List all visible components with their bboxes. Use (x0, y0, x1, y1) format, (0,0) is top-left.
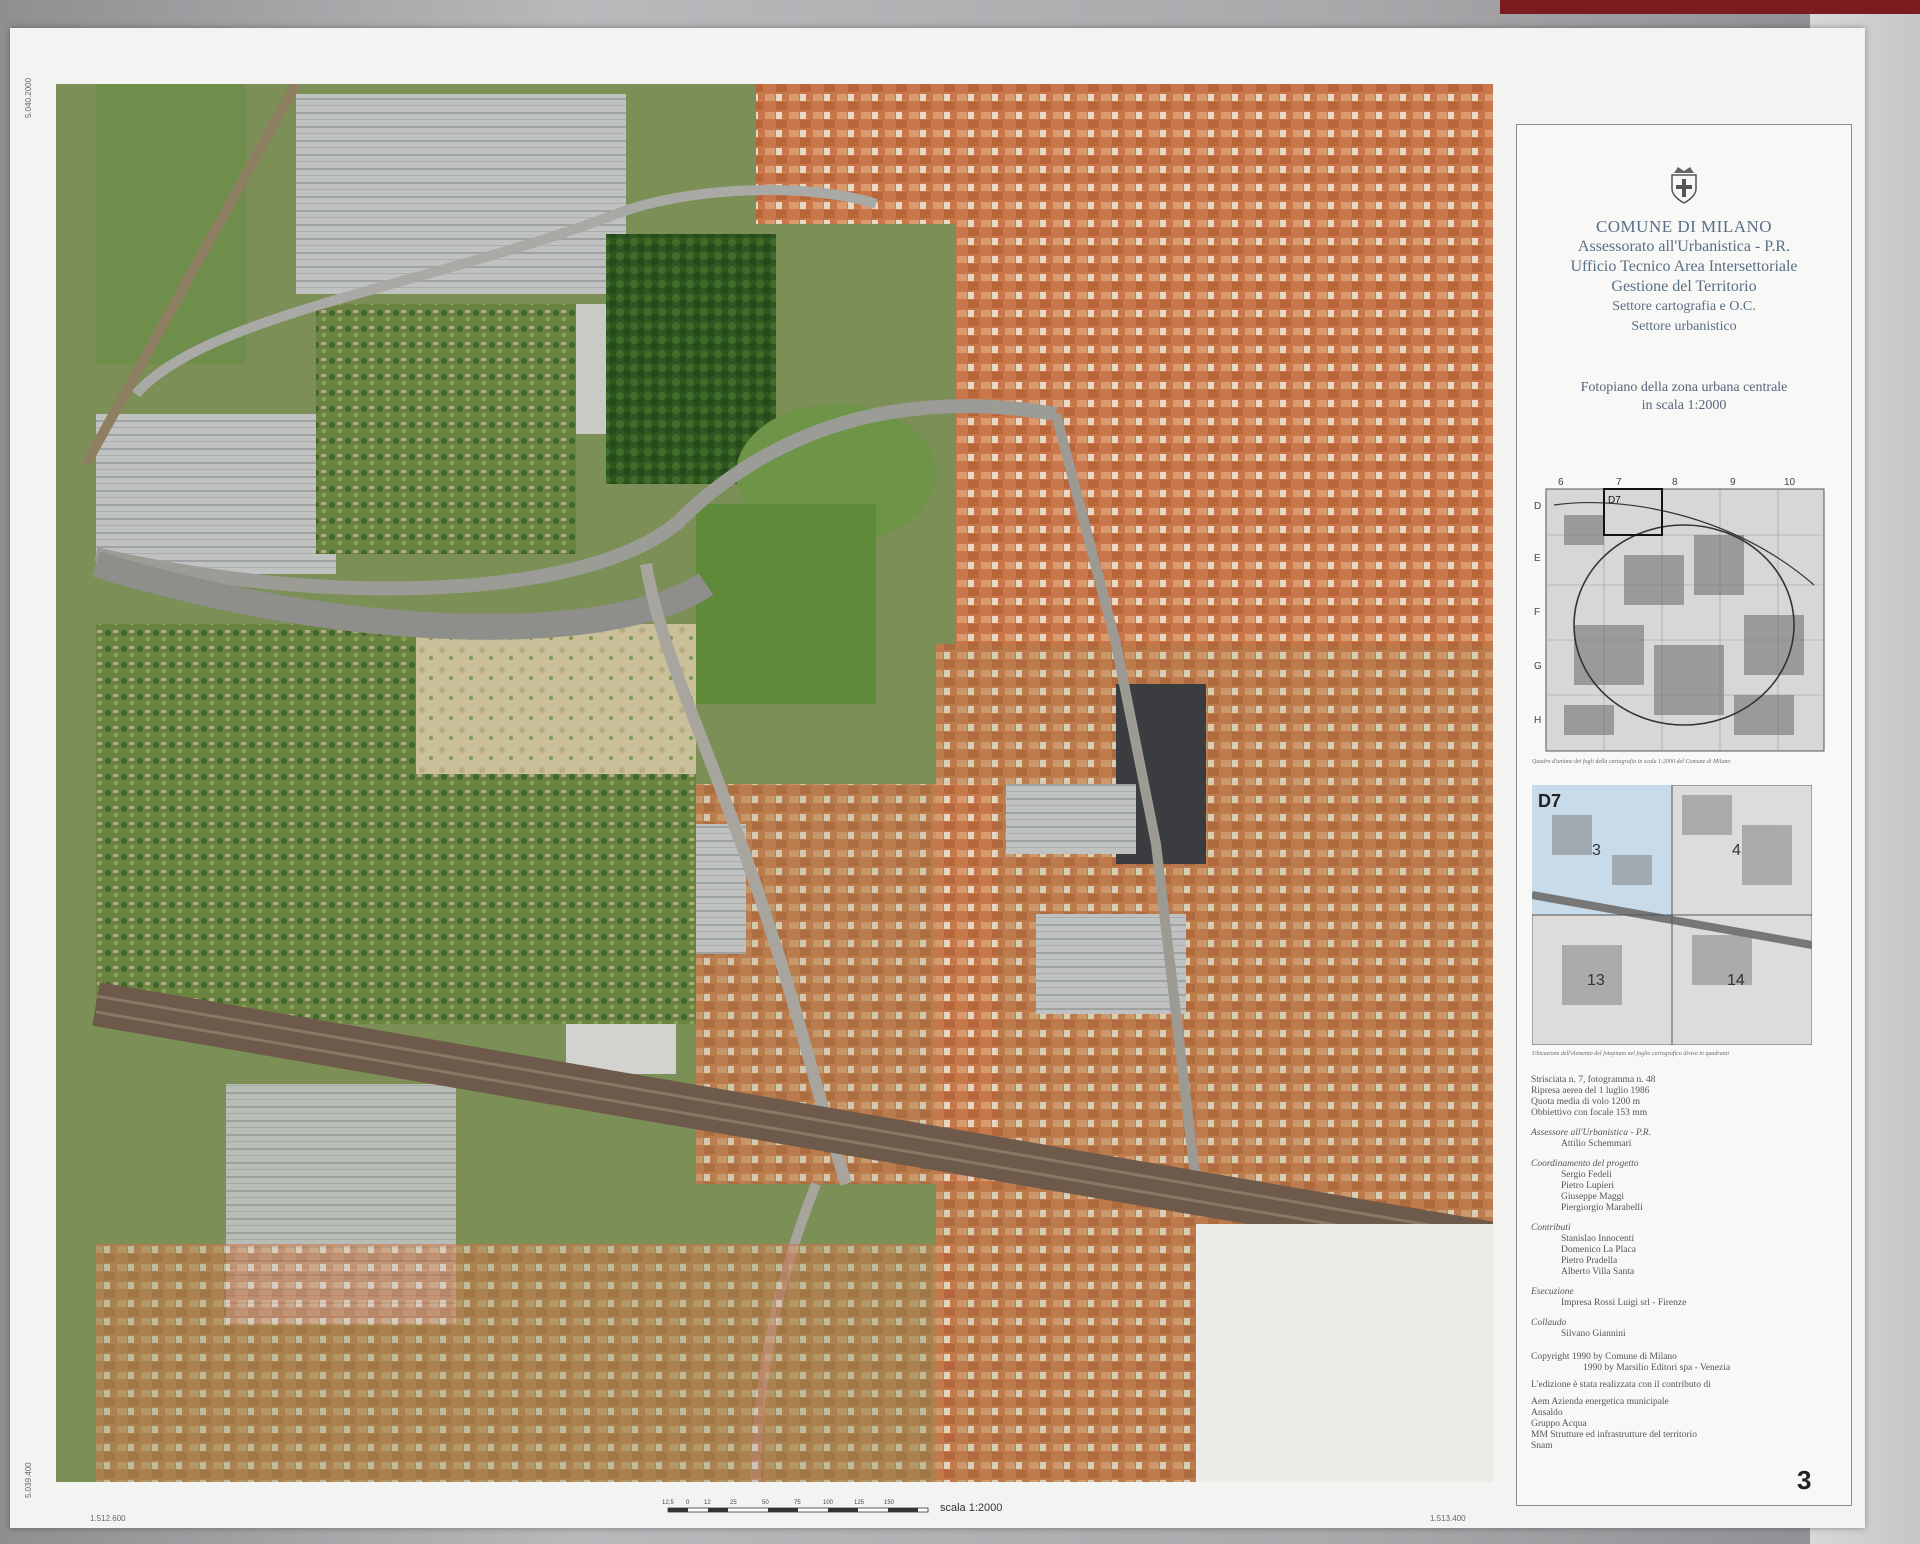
loc-quadrant-13: 13 (1587, 972, 1605, 989)
edition-line: L'edizione è stata realizzata con il con… (1531, 1380, 1711, 1390)
index-col-8: 8 (1672, 477, 1678, 488)
coordination-name: Sergio Fedeli (1561, 1170, 1612, 1180)
index-col-7: 7 (1616, 477, 1622, 488)
sheet-number: 3 (1797, 1465, 1812, 1495)
coordination-name: Pietro Lupieri (1561, 1181, 1615, 1191)
location-map[interactable]: D7 3 4 13 14 (1532, 785, 1812, 1045)
copyright-line-2: 1990 by Marsilio Editori spa - Venezia (1583, 1363, 1731, 1373)
org-line-2: Assessorato all'Urbanistica - P.R. (1577, 238, 1791, 255)
assessore-name: Attilio Schemmari (1561, 1139, 1632, 1149)
legend-panel: COMUNE DI MILANO Assessorato all'Urbanis… (1504, 96, 1862, 1516)
sponsor: MM Strutture ed infrastrutture del terri… (1531, 1430, 1697, 1440)
flight-line-2: Ripresa aerea del 1 luglio 1986 (1531, 1086, 1650, 1096)
scale-bar: 12,5 0 12 25 50 75 100 125 150 (662, 1500, 929, 1513)
assessore-heading: Assessore all'Urbanistica - P.R. (1531, 1128, 1651, 1138)
location-caption: Ubicazione dell'elemento del fotopiano n… (1532, 1051, 1730, 1057)
index-col-6: 6 (1558, 477, 1564, 488)
coordination-name: Piergiorgio Marabelli (1561, 1203, 1643, 1213)
scale-tick-5: 50 (762, 1500, 769, 1506)
scale-tick-3: 12 (704, 1500, 711, 1506)
subtitle-line-1: Fotopiano della zona urbana centrale (1580, 380, 1788, 395)
index-col-9: 9 (1730, 477, 1736, 488)
index-map[interactable]: 6 7 8 9 10 D E F G H D7 (1534, 475, 1826, 755)
coordination-heading: Coordinamento del progetto (1531, 1159, 1639, 1169)
testing-name: Silvano Giannini (1561, 1329, 1626, 1339)
scale-tick-6: 75 (794, 1500, 801, 1506)
loc-quadrant-4: 4 (1732, 842, 1741, 859)
index-caption: Quadro d'unione dei fogli della cartogra… (1532, 759, 1731, 765)
loc-quadrant-14: 14 (1727, 972, 1745, 989)
coord-bottom-right: 1.513.400 (1430, 1514, 1466, 1523)
index-row-g: G (1534, 661, 1542, 672)
org-line-4: Gestione del Territorio (1611, 278, 1757, 295)
crest-icon (1517, 165, 1851, 210)
sponsor: Aem Azienda energetica municipale (1531, 1397, 1669, 1407)
org-line-1: COMUNE DI MILANO (1595, 217, 1773, 236)
testing-heading: Collaudo (1531, 1318, 1567, 1328)
aerial-photo[interactable] (56, 84, 1493, 1482)
coord-top-left: 5.040.2000 (24, 77, 33, 118)
org-line-5: Settore cartografia e O.C. (1612, 299, 1756, 314)
contributor-name: Alberto Villa Santa (1561, 1267, 1635, 1277)
sponsor: Snam (1531, 1441, 1553, 1451)
index-row-h: H (1534, 715, 1541, 726)
org-line-3: Ufficio Tecnico Area Intersettoriale (1570, 258, 1798, 275)
aerial-photo-drawing (56, 84, 1493, 1482)
loc-quadrant-3: 3 (1592, 842, 1601, 859)
map-sheet: 5.040.2000 5.039.400 1.512.600 1.513.400 (10, 28, 1865, 1528)
sponsor: Gruppo Acqua (1531, 1419, 1587, 1429)
legend-box: COMUNE DI MILANO Assessorato all'Urbanis… (1516, 124, 1852, 1506)
scale-tick-2: 0 (686, 1500, 690, 1506)
scale-tick-9: 150 (884, 1500, 895, 1506)
flight-line-1: Strisciata n. 7, fotogramma n. 48 (1531, 1075, 1656, 1085)
legend-subtitle: Fotopiano della zona urbana centrale in … (1517, 379, 1851, 415)
coord-left-bottom: 5.039.400 (24, 1462, 33, 1498)
copyright-line-1: Copyright 1990 by Comune di Milano (1531, 1352, 1677, 1362)
index-row-f: F (1534, 607, 1540, 618)
loc-title: D7 (1538, 791, 1561, 811)
index-cell-label: D7 (1608, 495, 1621, 506)
scale-tick-4: 25 (730, 1500, 737, 1506)
contributor-name: Stanislao Innocenti (1561, 1234, 1635, 1244)
execution-heading: Esecuzione (1531, 1287, 1574, 1297)
sponsor: Ansaldo (1531, 1408, 1563, 1418)
index-row-d: D (1534, 501, 1541, 512)
subtitle-line-2: in scala 1:2000 (1641, 398, 1727, 413)
flight-line-3: Quota media di volo 1200 m (1531, 1097, 1640, 1107)
org-line-6: Settore urbanistico (1631, 319, 1737, 334)
contributor-name: Domenico La Placa (1561, 1245, 1636, 1255)
flight-line-4: Obbiettivo con focale 153 mm (1531, 1108, 1648, 1118)
credits: Strisciata n. 7, fotogramma n. 48 Ripres… (1531, 1075, 1836, 1452)
index-row-e: E (1534, 553, 1541, 564)
coord-bottom-left: 1.512.600 (90, 1514, 126, 1523)
scale-tick-1: 12,5 (662, 1500, 674, 1506)
index-col-10: 10 (1784, 477, 1796, 488)
execution-name: Impresa Rossi Luigi srl - Firenze (1561, 1298, 1687, 1308)
contributor-name: Pietro Pradella (1561, 1256, 1618, 1266)
scale-label: scala 1:2000 (940, 1502, 1003, 1514)
legend-title: COMUNE DI MILANO Assessorato all'Urbanis… (1517, 217, 1851, 337)
contributions-heading: Contributi (1531, 1223, 1571, 1233)
coordination-name: Giuseppe Maggi (1561, 1192, 1625, 1202)
scale-tick-8: 125 (854, 1500, 865, 1506)
scale-tick-7: 100 (823, 1500, 834, 1506)
red-strip (1500, 0, 1920, 14)
